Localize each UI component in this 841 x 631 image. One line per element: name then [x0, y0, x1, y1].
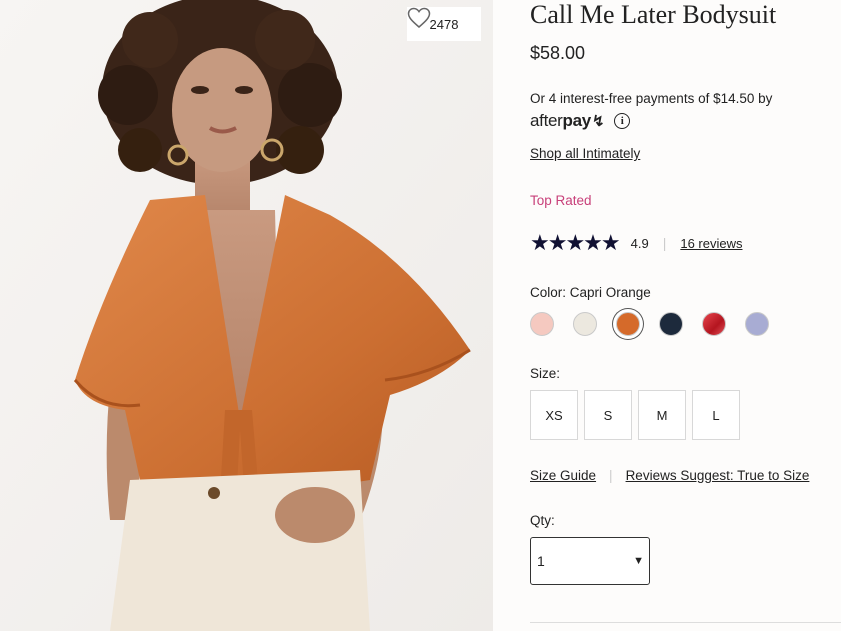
size-m-button[interactable]: M	[638, 390, 686, 440]
color-swatch-lavender[interactable]	[745, 312, 769, 336]
reviews-suggest-link[interactable]: Reviews Suggest: True to Size	[626, 468, 810, 483]
afterpay-message: Or 4 interest-free payments of $14.50 by	[530, 91, 773, 106]
shop-all-link[interactable]: Shop all Intimately	[530, 146, 640, 161]
color-swatch-pink[interactable]	[530, 312, 554, 336]
size-s-button[interactable]: S	[584, 390, 632, 440]
favorite-count: 2478	[429, 16, 459, 32]
quantity-select[interactable]: 1 ▼	[530, 537, 650, 585]
reviews-link[interactable]: 16 reviews	[680, 236, 742, 251]
color-swatches	[530, 312, 769, 336]
color-swatch-navy[interactable]	[659, 312, 683, 336]
qty-label: Qty:	[530, 513, 555, 528]
color-swatch-red[interactable]	[702, 312, 726, 336]
chevron-down-icon: ▼	[633, 555, 644, 567]
rating-value: 4.9	[630, 235, 649, 251]
size-xs-button[interactable]: XS	[530, 390, 578, 440]
info-icon[interactable]: i	[614, 113, 631, 129]
divider-line	[530, 622, 841, 623]
color-swatch-capri-orange[interactable]	[616, 312, 640, 336]
quantity-value: 1	[537, 553, 545, 569]
color-swatch-ivory[interactable]	[573, 312, 597, 336]
product-image[interactable]: 2478	[0, 0, 493, 631]
divider: |	[662, 235, 667, 251]
star-rating-icon: ★★★★★	[530, 230, 621, 255]
top-rated-badge: Top Rated	[530, 193, 592, 208]
size-guide-link[interactable]: Size Guide	[530, 468, 596, 483]
heart-icon	[407, 7, 431, 28]
product-price: $58.00	[530, 43, 586, 63]
rating-row: ★★★★★ 4.9 | 16 reviews	[530, 232, 742, 254]
afterpay-logo: afterpay↯	[530, 111, 605, 130]
size-l-button[interactable]: L	[692, 390, 740, 440]
product-details: Call Me Later Bodysuit $58.00 Or 4 inter…	[493, 0, 841, 631]
afterpay-row: afterpay↯ i	[530, 111, 631, 131]
product-title: Call Me Later Bodysuit	[530, 0, 777, 29]
size-guide-row: Size Guide | Reviews Suggest: True to Si…	[530, 468, 809, 483]
size-label: Size:	[530, 366, 561, 381]
size-options: XS S M L	[530, 390, 740, 440]
divider: |	[609, 468, 613, 483]
color-label: Color: Capri Orange	[530, 285, 651, 300]
model-photo	[0, 0, 493, 631]
favorite-button[interactable]: 2478	[407, 7, 481, 41]
